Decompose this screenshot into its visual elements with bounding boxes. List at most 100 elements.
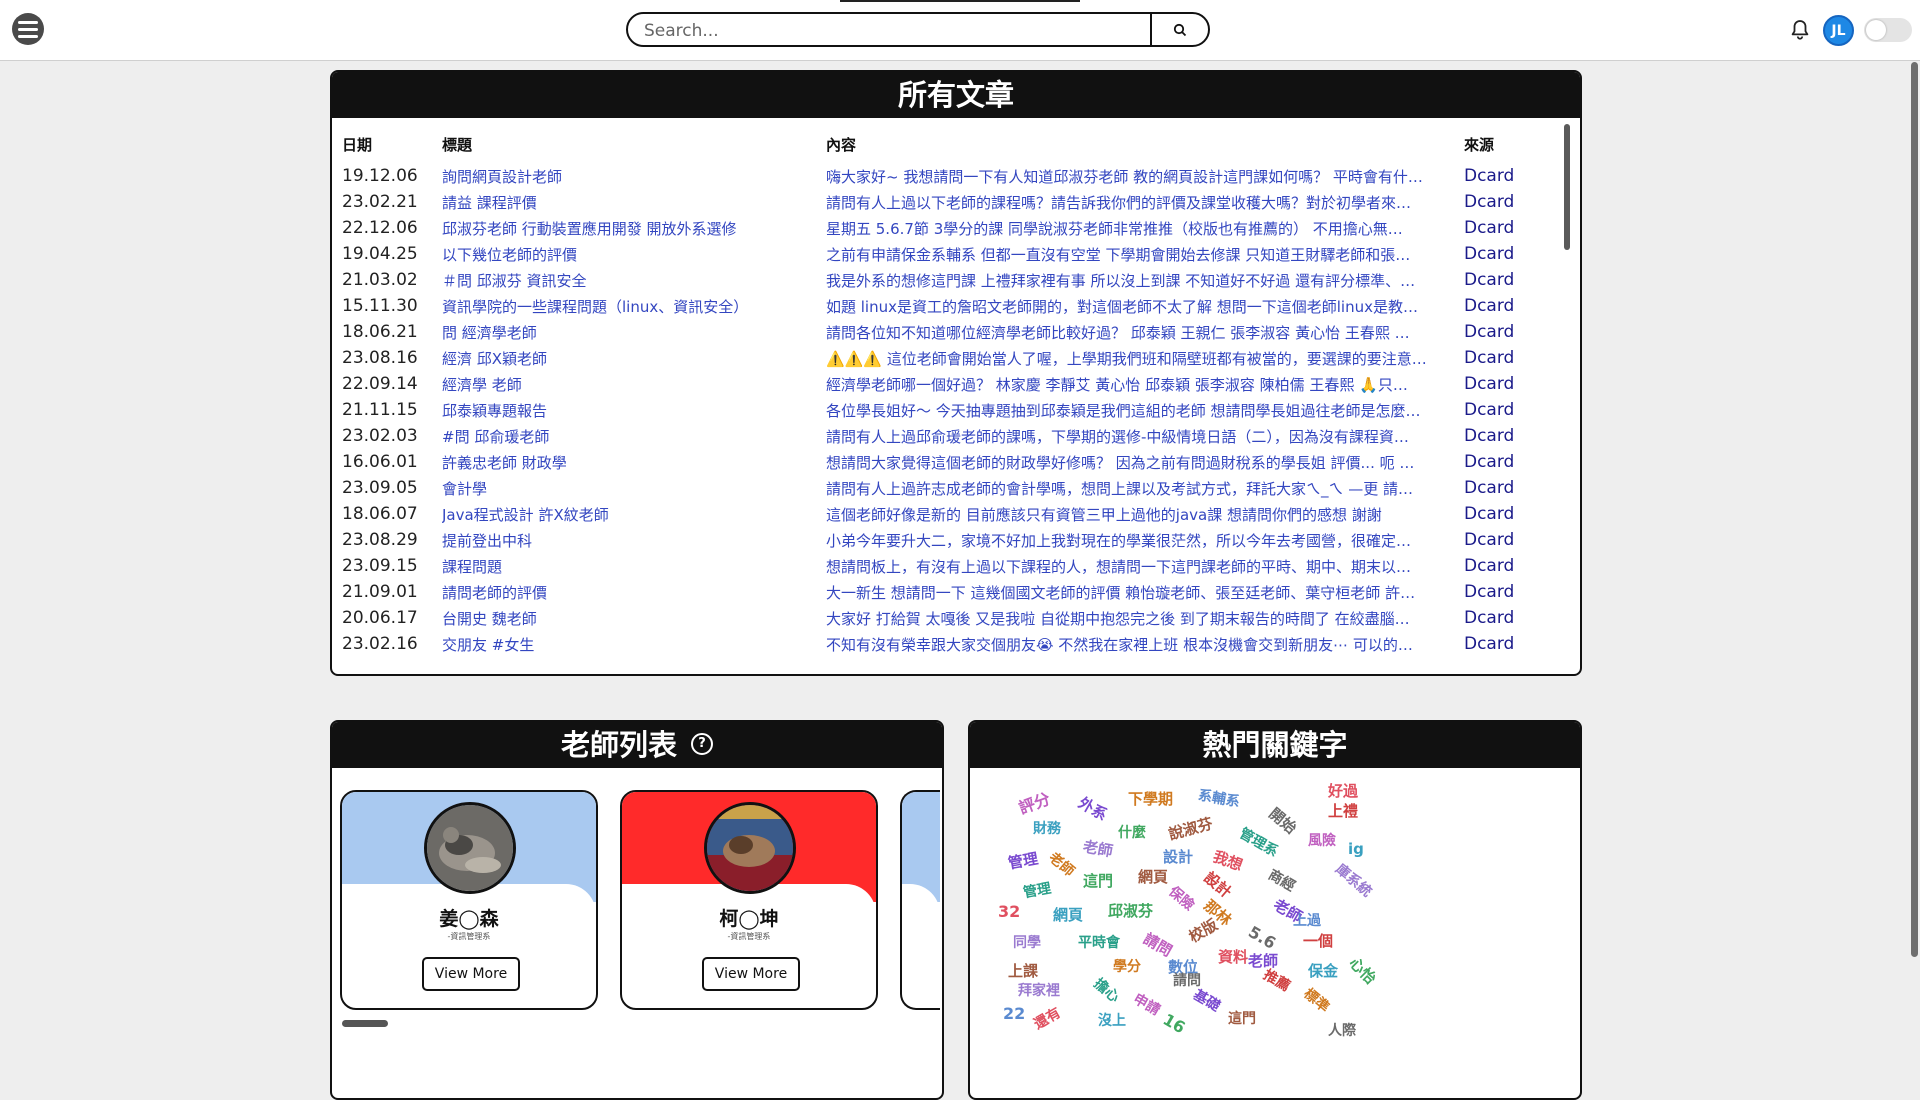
article-title[interactable]: 詢問網頁設計老師: [442, 166, 812, 187]
table-row[interactable]: 15.11.30 資訊學院的一些課程問題（linux、資訊安全） 如題 linux是…: [332, 296, 1562, 322]
keyword[interactable]: 管理: [1021, 878, 1052, 903]
keyword[interactable]: 心怡: [1345, 952, 1381, 988]
keyword[interactable]: 保金: [1308, 960, 1338, 981]
keyword[interactable]: 申請: [1130, 988, 1164, 1019]
article-content[interactable]: 經濟學老師哪一個好過？ 林家慶 李靜艾 黃心怡 邱泰穎 張李淑容 陳柏儒 王春熙…: [826, 374, 1462, 395]
article-title[interactable]: 以下幾位老師的評價: [442, 244, 812, 265]
keyword[interactable]: 風險: [1308, 830, 1336, 850]
keyword[interactable]: 5.6: [1245, 922, 1279, 953]
table-row[interactable]: 23.02.16 交朋友 #女生 不知有沒有榮幸跟大家交個朋友😭 不然我在家裡上班 …: [332, 634, 1562, 660]
header-source[interactable]: 來源: [1464, 134, 1494, 155]
article-content[interactable]: 小弟今年要升大二，家境不好加上我對現在的學業很茫然，所以今年去考國營，很確定…: [826, 530, 1462, 551]
table-row[interactable]: 23.08.16 經濟 邱X穎老師 ⚠️⚠️⚠️ 這位老師會開始當人了喔，上學期我們…: [332, 348, 1562, 374]
view-more-button[interactable]: View More: [702, 957, 800, 991]
table-row[interactable]: 21.09.01 請問老師的評價 大一新生 想請問一下 這幾個國文老師的評價 賴怡璇…: [332, 582, 1562, 608]
table-row[interactable]: 21.03.02 ＃問 邱淑芬 資訊安全 我是外系的想修這門課 上禮拜家裡有事 所以…: [332, 270, 1562, 296]
keyword[interactable]: 庫系統: [1331, 859, 1376, 901]
article-title[interactable]: 許義忠老師 財政學: [442, 452, 812, 473]
keyword[interactable]: 沒上: [1098, 1010, 1126, 1030]
user-avatar[interactable]: JL: [1823, 15, 1854, 46]
article-content[interactable]: 這個老師好像是新的 目前應該只有資管三甲上過他的java課 想請問你們的感想 謝…: [826, 504, 1462, 525]
keyword[interactable]: 老師: [1081, 836, 1115, 862]
page-scrollbar[interactable]: [1911, 62, 1918, 957]
keyword[interactable]: 好過: [1328, 780, 1358, 801]
article-content[interactable]: 想請問板上，有沒有上過以下課程的人，想請問一下這門課老師的平時、期中、期末以…: [826, 556, 1462, 577]
search-button[interactable]: [1150, 14, 1208, 45]
question-circle-icon[interactable]: ?: [691, 733, 713, 755]
article-content[interactable]: 我是外系的想修這門課 上禮拜家裡有事 所以沒上到課 不知道好不好過 還有評分標準…: [826, 270, 1462, 291]
carousel-scrollbar[interactable]: [342, 1020, 388, 1027]
table-row[interactable]: 23.09.05 會計學 請問有人上過許志成老師的會計學嗎，想問上課以及考試方式，拜…: [332, 478, 1562, 504]
article-title[interactable]: 請益 課程評價: [442, 192, 812, 213]
keyword[interactable]: 資料: [1218, 946, 1248, 967]
article-content[interactable]: 嗨大家好~ 我想請問一下有人知道邱淑芬老師 教的網頁設計這門課如何嗎？ 平時會有…: [826, 166, 1462, 187]
keyword[interactable]: 評分: [1015, 785, 1053, 819]
table-row[interactable]: 18.06.21 問 經濟學老師 請問各位知不知道哪位經濟學老師比較好過？ 邱泰穎 …: [332, 322, 1562, 348]
keyword[interactable]: 拜家裡: [1018, 980, 1060, 1000]
table-row[interactable]: 23.09.15 課程問題 想請問板上，有沒有上過以下課程的人，想請問一下這門課老師…: [332, 556, 1562, 582]
theme-toggle[interactable]: [1864, 18, 1912, 42]
article-content[interactable]: 各位學長姐好～ 今天抽專題抽到邱泰穎是我們這組的老師 想請問學長姐過往老師是怎麼…: [826, 400, 1462, 421]
article-content[interactable]: ⚠️⚠️⚠️ 這位老師會開始當人了喔，上學期我們班和隔壁班都有被當的，要選課的要…: [826, 348, 1462, 369]
keyword[interactable]: 財務: [1033, 818, 1061, 838]
keyword[interactable]: 一個: [1303, 930, 1333, 951]
article-title[interactable]: 提前登出中科: [442, 530, 812, 551]
teacher-card-partial[interactable]: [900, 790, 940, 1010]
keyword[interactable]: 說淑芬: [1166, 813, 1215, 845]
article-title[interactable]: #問 邱俞瑗老師: [442, 426, 812, 447]
table-scrollbar[interactable]: [1564, 124, 1570, 250]
article-content[interactable]: 大一新生 想請問一下 這幾個國文老師的評價 賴怡璇老師、張至廷老師、葉守桓老師 …: [826, 582, 1462, 603]
keyword[interactable]: 網頁: [1138, 866, 1168, 887]
keyword[interactable]: 外系: [1075, 792, 1111, 825]
keyword[interactable]: 邱淑芬: [1108, 900, 1153, 921]
header-content[interactable]: 內容: [826, 134, 856, 155]
keyword[interactable]: 開始: [1265, 803, 1301, 838]
article-title[interactable]: 經濟學 老師: [442, 374, 812, 395]
header-date[interactable]: 日期: [342, 134, 372, 155]
article-content[interactable]: 大家好 打給賀 太嘎後 又是我啦 自從期中抱怨完之後 到了期末報告的時間了 在絞…: [826, 608, 1462, 629]
article-title[interactable]: 會計學: [442, 478, 812, 499]
keyword[interactable]: 保險: [1165, 881, 1199, 914]
keyword[interactable]: 人際: [1328, 1020, 1356, 1040]
article-title[interactable]: 請問老師的評價: [442, 582, 812, 603]
keyword[interactable]: 上過: [1293, 910, 1321, 930]
keyword[interactable]: 系輔系: [1197, 785, 1242, 812]
keyword[interactable]: 這門: [1228, 1008, 1256, 1028]
keyword[interactable]: 管理: [1006, 848, 1040, 874]
keyword[interactable]: 上禮: [1328, 800, 1358, 821]
keyword[interactable]: 老師: [1045, 847, 1079, 880]
table-row[interactable]: 18.06.07 Java程式設計 許X紋老師 這個老師好像是新的 目前應該只有資管…: [332, 504, 1562, 530]
table-row[interactable]: 23.02.21 請益 課程評價 請問有人上過以下老師的課程嗎？請告訴我你們的評價及…: [332, 192, 1562, 218]
keyword[interactable]: 設計: [1163, 846, 1193, 867]
table-row[interactable]: 23.02.03 #問 邱俞瑗老師 請問有人上過邱俞瑗老師的課嗎，下學期的選修-中級…: [332, 426, 1562, 452]
keyword[interactable]: 什麼: [1118, 822, 1146, 842]
article-title[interactable]: 邱淑芬老師 行動裝置應用開發 開放外系選修: [442, 218, 812, 239]
view-more-button[interactable]: View More: [422, 957, 520, 991]
keyword[interactable]: 下學期: [1128, 788, 1173, 809]
table-row[interactable]: 20.06.17 台開史 魏老師 大家好 打給賀 太嘎後 又是我啦 自從期中抱怨完之…: [332, 608, 1562, 634]
article-title[interactable]: 課程問題: [442, 556, 812, 577]
keyword[interactable]: 平時會: [1078, 932, 1120, 952]
article-content[interactable]: 請問有人上過許志成老師的會計學嗎，想問上課以及考試方式，拜託大家ㄟ_ㄟ —更 請…: [826, 478, 1462, 499]
hamburger-menu-icon[interactable]: [12, 13, 44, 45]
article-title[interactable]: 問 經濟學老師: [442, 322, 812, 343]
article-title[interactable]: 交朋友 #女生: [442, 634, 812, 655]
article-content[interactable]: 不知有沒有榮幸跟大家交個朋友😭 不然我在家裡上班 根本沒機會交到新朋友⋯ 可以的…: [826, 634, 1462, 655]
teacher-card[interactable]: 姜◯森 -資訊管理系 View More: [340, 790, 598, 1010]
keyword[interactable]: 還有: [1030, 1002, 1064, 1033]
keyword[interactable]: 標準: [1300, 983, 1334, 1016]
article-content[interactable]: 想請問大家覺得這個老師的財政學好修嗎？ 因為之前有問過財稅系的學長姐 評價...…: [826, 452, 1462, 473]
article-content[interactable]: 如題 linux是資工的詹昭文老師開的，對這個老師不太了解 想問一下這個老師li…: [826, 296, 1462, 317]
table-row[interactable]: 19.04.25 以下幾位老師的評價 之前有申請保金系輔系 但都一直沒有空堂 下學期…: [332, 244, 1562, 270]
keyword[interactable]: 22: [1003, 1004, 1025, 1023]
keyword[interactable]: 同學: [1013, 932, 1041, 952]
bell-icon[interactable]: [1788, 18, 1812, 42]
table-row[interactable]: 19.12.06 詢問網頁設計老師 嗨大家好~ 我想請問一下有人知道邱淑芬老師 教的…: [332, 166, 1562, 192]
keyword[interactable]: 這門: [1083, 870, 1113, 891]
keyword[interactable]: ig: [1348, 840, 1364, 858]
table-row[interactable]: 16.06.01 許義忠老師 財政學 想請問大家覺得這個老師的財政學好修嗎？ 因為之…: [332, 452, 1562, 478]
table-row[interactable]: 21.11.15 邱泰穎專題報告 各位學長姐好～ 今天抽專題抽到邱泰穎是我們這組的老…: [332, 400, 1562, 426]
article-content[interactable]: 星期五 5.6.7節 3學分的課 同學說淑芬老師非常推推（校版也有推薦的） 不用…: [826, 218, 1462, 239]
article-content[interactable]: 請問各位知不知道哪位經濟學老師比較好過？ 邱泰穎 王親仁 張李淑容 黃心怡 王春…: [826, 322, 1462, 343]
article-title[interactable]: 資訊學院的一些課程問題（linux、資訊安全）: [442, 296, 812, 317]
